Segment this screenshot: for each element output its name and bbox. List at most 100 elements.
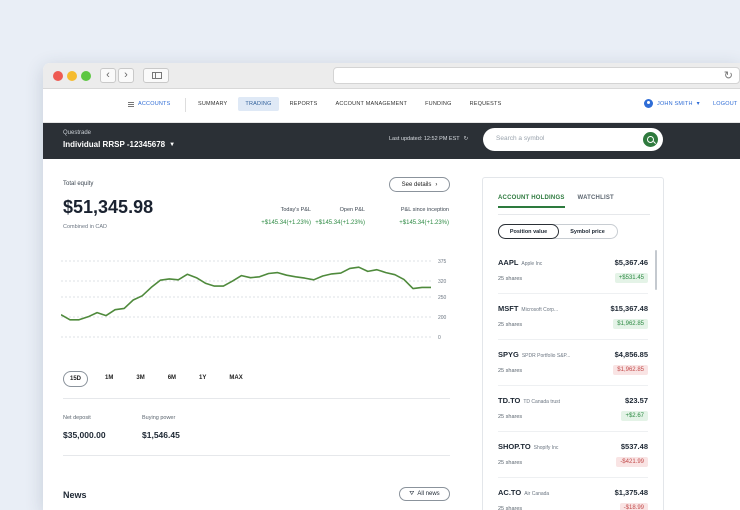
all-news-button[interactable]: ⛛ All news — [399, 487, 450, 501]
brand-name: Questrade — [63, 130, 92, 136]
combined-currency-note: Combined in CAD — [63, 224, 108, 230]
nav-tabs: SUMMARY TRADING REPORTS ACCOUNT MANAGEMENT F… — [191, 97, 508, 111]
range-3m[interactable]: 3M — [130, 371, 150, 387]
user-menu[interactable]: JOHN SMITH ▾ — [644, 99, 700, 108]
holding-ticker: TD.TO — [498, 396, 521, 405]
range-max[interactable]: MAX — [223, 371, 248, 387]
buying-power-value: $1,546.45 — [142, 430, 180, 440]
nav-accounts[interactable]: ACCOUNTS — [128, 101, 170, 107]
holding-change: -$18.99 — [619, 503, 648, 510]
holding-row[interactable]: AC.TO Air Canada 25 shares $1,375.48 -$18.99 — [498, 488, 648, 510]
holding-company: Apple Inc — [521, 261, 543, 267]
see-details-button[interactable]: See details › — [389, 177, 450, 192]
account-selector[interactable]: Individual RRSP -12345678 ▼ — [63, 140, 175, 149]
divider — [498, 214, 650, 215]
holding-change: +$2.67 — [621, 411, 648, 421]
divider — [498, 477, 648, 478]
filter-icon: ⛛ — [409, 490, 415, 497]
symbol-search[interactable]: Search a symbol — [483, 128, 663, 151]
holding-shares: 25 shares — [498, 276, 523, 282]
holding-company: SPDR Portfolio S&P... — [521, 353, 571, 359]
news-heading: News — [63, 490, 87, 500]
holding-row[interactable]: SPYG SPDR Portfolio S&P... 25 shares $4,856… — [498, 350, 648, 390]
holding-change: -$421.99 — [616, 457, 648, 467]
forward-button[interactable]: › — [118, 68, 134, 83]
holding-price: $5,367.46 — [614, 258, 648, 267]
holding-price: $537.48 — [620, 442, 648, 451]
last-updated-text: Last updated: 12:52 PM EST — [389, 136, 460, 142]
chevron-down-icon: ▼ — [169, 141, 176, 148]
search-input[interactable]: Search a symbol — [496, 135, 544, 142]
holding-ticker: AC.TO — [498, 488, 522, 497]
tab-funding[interactable]: FUNDING — [418, 97, 458, 111]
holding-symbol: SPYG SPDR Portfolio S&P... — [498, 350, 570, 359]
tab-reports[interactable]: REPORTS — [283, 97, 325, 111]
menu-icon — [128, 101, 134, 107]
holding-change: +$531.45 — [614, 273, 648, 283]
holding-symbol: AAPL Apple Inc — [498, 258, 542, 267]
chart-tick-label: 200 — [438, 315, 447, 321]
last-updated: Last updated: 12:52 PM EST ↻ — [389, 136, 468, 142]
tab-account-holdings[interactable]: ACCOUNT HOLDINGS — [498, 195, 565, 208]
holding-row[interactable]: AAPL Apple Inc 25 shares $5,367.46 +$531.45 — [498, 258, 648, 298]
holding-price: $4,856.85 — [614, 350, 648, 359]
holding-company: Shopify Inc — [533, 445, 559, 451]
holding-row[interactable]: SHOP.TO Shopify Inc 25 shares $537.48 -$421.… — [498, 442, 648, 482]
holding-price: $1,375.48 — [614, 488, 648, 497]
tab-summary[interactable]: SUMMARY — [191, 97, 234, 111]
net-deposit-value: $35,000.00 — [63, 430, 106, 440]
maximize-window-button[interactable] — [81, 71, 91, 81]
all-news-label: All news — [417, 491, 440, 497]
close-window-button[interactable] — [53, 71, 63, 81]
search-icon[interactable] — [643, 132, 658, 147]
chart-tick-label: 375 — [438, 259, 447, 265]
top-navigation: ACCOUNTS SUMMARY TRADING REPORTS ACCOUNT MA… — [43, 89, 740, 123]
tab-requests[interactable]: REQUESTS — [463, 97, 509, 111]
reload-icon[interactable]: ↻ — [724, 68, 733, 84]
chevron-down-icon: ▾ — [696, 101, 700, 107]
address-bar[interactable]: ↻ — [333, 67, 740, 84]
buying-power-label: Buying power — [142, 415, 176, 421]
holding-symbol: AC.TO Air Canada — [498, 488, 549, 497]
holding-row[interactable]: MSFT Microsoft Corp... 25 shares $15,367.48… — [498, 304, 648, 344]
main-content: Total equity $51,345.98 Combined in CAD … — [43, 160, 740, 510]
refresh-icon[interactable]: ↻ — [464, 136, 469, 142]
holdings-scrollbar[interactable] — [655, 250, 657, 290]
minimize-window-button[interactable] — [67, 71, 77, 81]
open-pnl-value: +$145.34(+1.23%) — [315, 220, 365, 226]
range-1m[interactable]: 1M — [99, 371, 119, 387]
holding-change: $1,962.85 — [613, 319, 648, 329]
holding-ticker: AAPL — [498, 258, 519, 267]
open-pnl: Open P&L +$145.34(+1.23%) — [301, 207, 365, 226]
position-value-toggle[interactable]: Position value — [498, 224, 559, 239]
holding-shares: 25 shares — [498, 506, 523, 510]
total-equity-value: $51,345.98 — [63, 197, 154, 217]
chart-tick-label: 320 — [438, 279, 447, 285]
symbol-price-toggle[interactable]: Symbol price — [558, 225, 617, 238]
browser-window: ‹ › ↻ ACCOUNTS SUMMARY TRADING REPORTS ACCO… — [43, 63, 740, 510]
divider — [63, 398, 450, 399]
holding-company: Microsoft Corp... — [521, 307, 559, 313]
holding-row[interactable]: TD.TO TD Canada trust 25 shares $23.57 +$2.6… — [498, 396, 648, 436]
sidebar-toggle-button[interactable] — [143, 68, 169, 83]
holding-shares: 25 shares — [498, 460, 523, 466]
range-1y[interactable]: 1Y — [193, 371, 212, 387]
sidebar-icon — [152, 72, 162, 79]
net-deposit-label: Net deposit — [63, 415, 91, 421]
nav-divider — [185, 98, 186, 112]
tab-trading[interactable]: TRADING — [238, 97, 279, 111]
holding-shares: 25 shares — [498, 368, 523, 374]
back-button[interactable]: ‹ — [100, 68, 116, 83]
account-name: Individual RRSP -12345678 — [63, 140, 166, 149]
range-6m[interactable]: 6M — [162, 371, 182, 387]
range-15d[interactable]: 15D — [63, 371, 89, 387]
tab-watchlist[interactable]: WATCHLIST — [578, 195, 614, 208]
pnl-since-inception-label: P&L since inception — [400, 207, 449, 213]
divider — [498, 339, 648, 340]
holding-shares: 25 shares — [498, 414, 523, 420]
holding-symbol: TD.TO TD Canada trust — [498, 396, 560, 405]
logout-link[interactable]: LOGOUT — [713, 101, 737, 107]
user-icon — [644, 99, 653, 108]
tab-account-management[interactable]: ACCOUNT MANAGEMENT — [328, 97, 414, 111]
see-details-label: See details — [401, 181, 432, 188]
